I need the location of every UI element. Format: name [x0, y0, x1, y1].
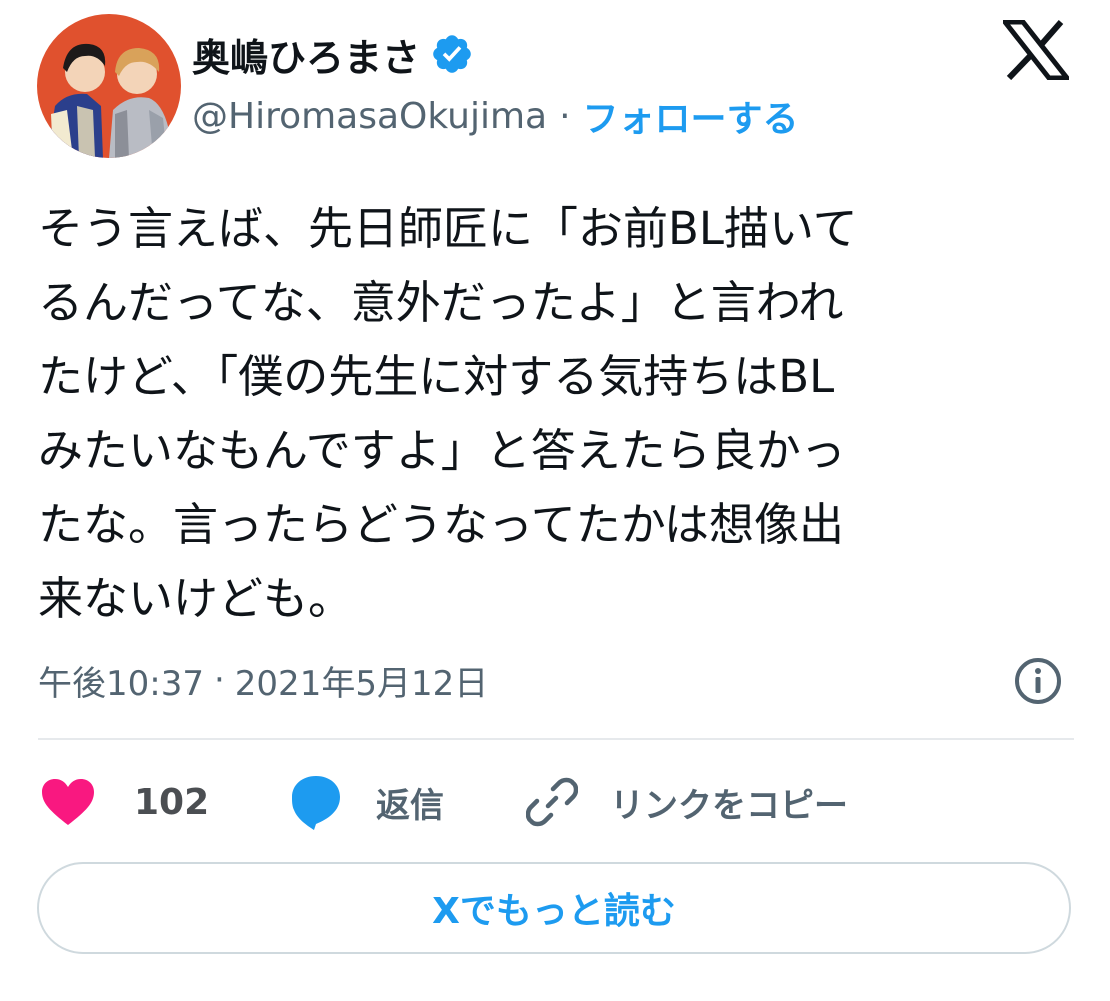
tweet-line: たな。言ったらどうなってたかは想像出: [38, 498, 844, 551]
copy-link-button[interactable]: リンクをコピー: [526, 770, 848, 834]
copy-link-label: リンクをコピー: [610, 785, 848, 826]
like-button[interactable]: 102: [40, 770, 209, 834]
like-count: 102: [134, 781, 210, 823]
author-handle-row: @HiromasaOkujima · フォローする: [192, 90, 799, 142]
timestamp-separator: ·: [213, 660, 225, 700]
author-name-row: 奥嶋ひろまさ: [192, 24, 474, 84]
reply-label: 返信: [376, 785, 444, 826]
info-icon[interactable]: [1013, 656, 1063, 706]
tweet-date: 2021年5月12日: [234, 663, 489, 704]
tweet-line: たけど、「僕の先生に対する気持ちはBL: [38, 350, 835, 403]
tweet-time: 午後10:37: [38, 663, 204, 704]
author-handle[interactable]: @HiromasaOkujima: [192, 96, 547, 137]
display-name[interactable]: 奥嶋ひろまさ: [192, 27, 420, 82]
x-logo-icon[interactable]: [1003, 20, 1069, 80]
follow-button[interactable]: フォローする: [583, 90, 799, 142]
tweet-line: そう言えば、先日師匠に「お前BL描いて: [38, 202, 858, 255]
link-icon: [526, 776, 578, 828]
tweet-timestamp[interactable]: 午後10:37 · 2021年5月12日: [38, 652, 488, 708]
tweet-line: 来ないけども。: [38, 572, 354, 625]
tweet-text: そう言えば、先日師匠に「お前BL描いて るんだってな、意外だったよ」と言われ た…: [38, 192, 1078, 636]
avatar-illustration: [37, 14, 181, 158]
tweet-actions: 102 返信 リンクをコピー: [40, 770, 1080, 834]
tweet-line: みたいなもんですよ」と答えたら良かっ: [38, 424, 846, 477]
divider: [38, 738, 1074, 740]
reply-bubble-icon: [290, 774, 342, 830]
verified-badge-icon: [430, 32, 474, 76]
avatar[interactable]: [37, 14, 181, 158]
tweet-line: るんだってな、意外だったよ」と言われ: [38, 276, 844, 329]
read-more-button[interactable]: Xでもっと読む: [37, 862, 1071, 954]
reply-button[interactable]: 返信: [290, 770, 444, 834]
handle-separator: ·: [559, 95, 571, 137]
heart-icon: [40, 777, 96, 827]
read-more-label: Xでもっと読む: [432, 891, 676, 932]
